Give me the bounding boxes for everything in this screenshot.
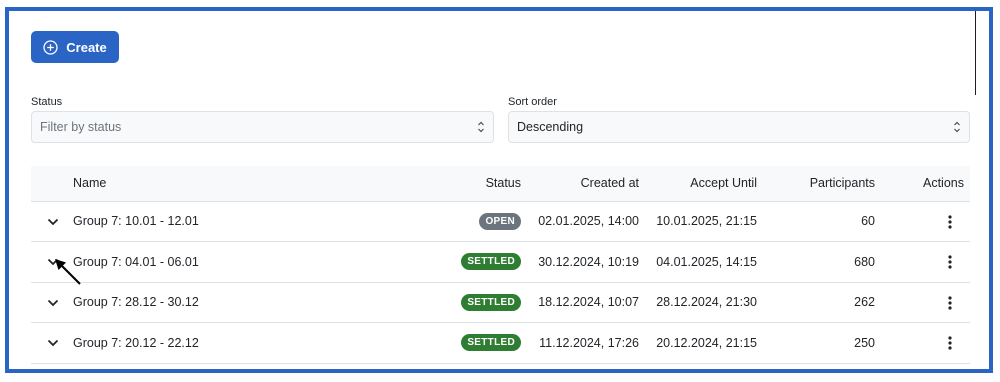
status-cell: SETTLED xyxy=(375,241,527,283)
header-expand xyxy=(31,166,67,202)
plus-circle-icon xyxy=(43,39,58,55)
row-created-at: 18.12.2024, 10:07 xyxy=(527,282,645,323)
table-row[interactable]: Group 7: 04.01 - 06.01 SETTLED 30.12.202… xyxy=(31,241,970,283)
row-created-at: 30.12.2024, 10:19 xyxy=(527,241,645,283)
expand-cell[interactable] xyxy=(31,282,67,323)
status-filter-label: Status xyxy=(31,96,63,108)
actions-cell xyxy=(881,241,970,283)
expand-cell[interactable] xyxy=(31,201,67,242)
table-row[interactable]: Group 7: 10.01 - 12.01 OPEN 02.01.2025, … xyxy=(31,201,970,242)
status-cell: OPEN xyxy=(375,201,527,242)
kebab-menu-icon[interactable] xyxy=(948,214,952,229)
actions-cell xyxy=(881,282,970,323)
expand-cell[interactable] xyxy=(31,322,67,364)
status-filter-placeholder: Filter by status xyxy=(40,120,122,134)
app-frame: Create Status Filter by status Sort orde… xyxy=(5,7,993,373)
table-row[interactable]: Group 7: 28.12 - 30.12 SETTLED 18.12.202… xyxy=(31,282,970,323)
mouse-pointer-icon xyxy=(55,259,81,285)
header-created-at[interactable]: Created at xyxy=(527,166,645,202)
status-filter-select[interactable]: Filter by status xyxy=(31,111,494,143)
status-badge: SETTLED xyxy=(461,293,521,311)
sort-caret-icon xyxy=(954,121,960,133)
header-status[interactable]: Status xyxy=(375,166,527,202)
kebab-menu-icon[interactable] xyxy=(948,255,952,269)
create-button-label: Create xyxy=(66,39,107,55)
status-cell: SETTLED xyxy=(375,282,527,323)
header-actions: Actions xyxy=(881,166,970,202)
sort-order-select[interactable]: Descending xyxy=(508,111,970,143)
table-header-row: Name Status Created at Accept Until Part… xyxy=(31,166,970,202)
sort-order-label: Sort order xyxy=(508,96,557,108)
row-participants: 262 xyxy=(763,282,881,323)
status-cell: SETTLED xyxy=(375,322,527,364)
actions-cell xyxy=(881,322,970,364)
row-accept-until: 04.01.2025, 14:15 xyxy=(645,241,763,283)
table-row[interactable]: Group 7: 20.12 - 22.12 SETTLED 11.12.202… xyxy=(31,322,970,364)
header-name[interactable]: Name xyxy=(67,166,375,202)
create-button[interactable]: Create xyxy=(31,31,119,63)
row-created-at: 02.01.2025, 14:00 xyxy=(527,201,645,242)
row-accept-until: 28.12.2024, 21:30 xyxy=(645,282,763,323)
sort-order-value: Descending xyxy=(517,120,584,134)
actions-cell xyxy=(881,201,970,242)
chevron-down-icon[interactable] xyxy=(47,218,59,226)
row-participants: 60 xyxy=(763,201,881,242)
row-accept-until: 10.01.2025, 21:15 xyxy=(645,201,763,242)
row-accept-until: 20.12.2024, 21:15 xyxy=(645,322,763,364)
header-participants[interactable]: Participants xyxy=(763,166,881,202)
row-participants: 680 xyxy=(763,241,881,283)
status-badge: SETTLED xyxy=(461,253,521,271)
status-badge: OPEN xyxy=(479,212,521,230)
header-accept-until[interactable]: Accept Until xyxy=(645,166,763,202)
row-name: Group 7: 04.01 - 06.01 xyxy=(67,241,375,283)
kebab-menu-icon[interactable] xyxy=(948,336,952,350)
chevron-down-icon[interactable] xyxy=(47,299,59,307)
row-name: Group 7: 20.12 - 22.12 xyxy=(67,322,375,364)
kebab-menu-icon[interactable] xyxy=(948,295,952,310)
row-name: Group 7: 10.01 - 12.01 xyxy=(67,201,375,242)
row-name: Group 7: 28.12 - 30.12 xyxy=(67,282,375,323)
scrollbar-edge xyxy=(975,11,976,95)
row-created-at: 11.12.2024, 17:26 xyxy=(527,322,645,364)
sort-caret-icon xyxy=(478,121,484,133)
chevron-down-icon[interactable] xyxy=(47,339,59,347)
status-badge: SETTLED xyxy=(461,334,521,352)
row-participants: 250 xyxy=(763,322,881,364)
groups-table: Name Status Created at Accept Until Part… xyxy=(31,166,970,364)
